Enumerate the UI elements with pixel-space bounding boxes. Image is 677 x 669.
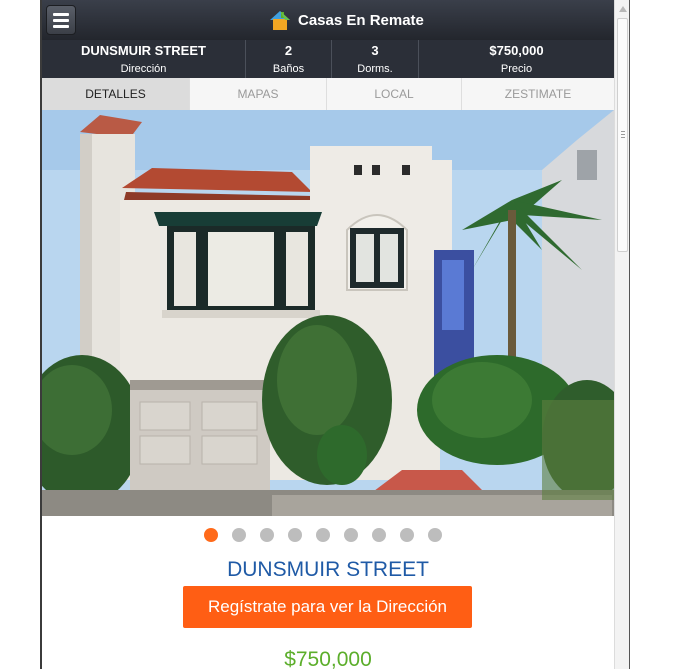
listing-price: $750,000 [284,648,372,669]
property-photo[interactable] [42,110,614,516]
tab-mapas[interactable]: MAPAS [190,78,327,110]
baths-cell: 2 Baños [246,40,332,78]
register-button[interactable]: Regístrate para ver la Dirección [183,586,472,628]
bedrooms-value: 3 [371,42,379,58]
carousel-dot[interactable] [428,528,442,542]
property-summary-bar: DUNSMUIR STREET Dirección 2 Baños 3 Dorm… [42,40,614,78]
top-app-bar: Casas En Remate [42,0,614,40]
tab-local[interactable]: LOCAL [327,78,462,110]
scroll-up-arrow-icon[interactable] [619,6,627,12]
house-logo-icon [270,11,290,30]
bedrooms-label: Dorms. [357,62,393,75]
carousel-dot[interactable] [232,528,246,542]
app-title: Casas En Remate [298,11,424,29]
address-cell: DUNSMUIR STREET Dirección [42,40,246,78]
scroll-thumb[interactable] [617,18,628,252]
listing-details: DUNSMUIR STREET Regístrate para ver la D… [42,516,614,669]
carousel-dot[interactable] [316,528,330,542]
carousel-dot[interactable] [400,528,414,542]
carousel-dot[interactable] [204,528,218,542]
address-value: DUNSMUIR STREET [81,42,206,58]
address-label: Dirección [120,62,167,75]
carousel-indicators [204,528,456,542]
baths-label: Baños [272,62,305,75]
app-logo[interactable]: Casas En Remate [268,7,424,33]
carousel-dot[interactable] [288,528,302,542]
baths-value: 2 [284,42,293,58]
tab-zestimate[interactable]: ZESTIMATE [462,78,614,110]
tab-detalles[interactable]: DETALLES [42,78,190,110]
price-value: $750,000 [489,42,544,58]
hamburger-menu-icon[interactable] [46,5,76,35]
carousel-dot[interactable] [260,528,274,542]
app-frame: Casas En Remate DUNSMUIR STREET Direcció… [40,0,630,669]
price-cell: $750,000 Precio [419,40,614,78]
listing-title: DUNSMUIR STREET [227,558,429,581]
carousel-dot[interactable] [344,528,358,542]
price-label: Precio [500,62,533,75]
bedrooms-cell: 3 Dorms. [332,40,419,78]
carousel-dot[interactable] [372,528,386,542]
detail-tabs: DETALLES MAPAS LOCAL ZESTIMATE [42,78,614,111]
vertical-scrollbar[interactable] [614,0,629,669]
